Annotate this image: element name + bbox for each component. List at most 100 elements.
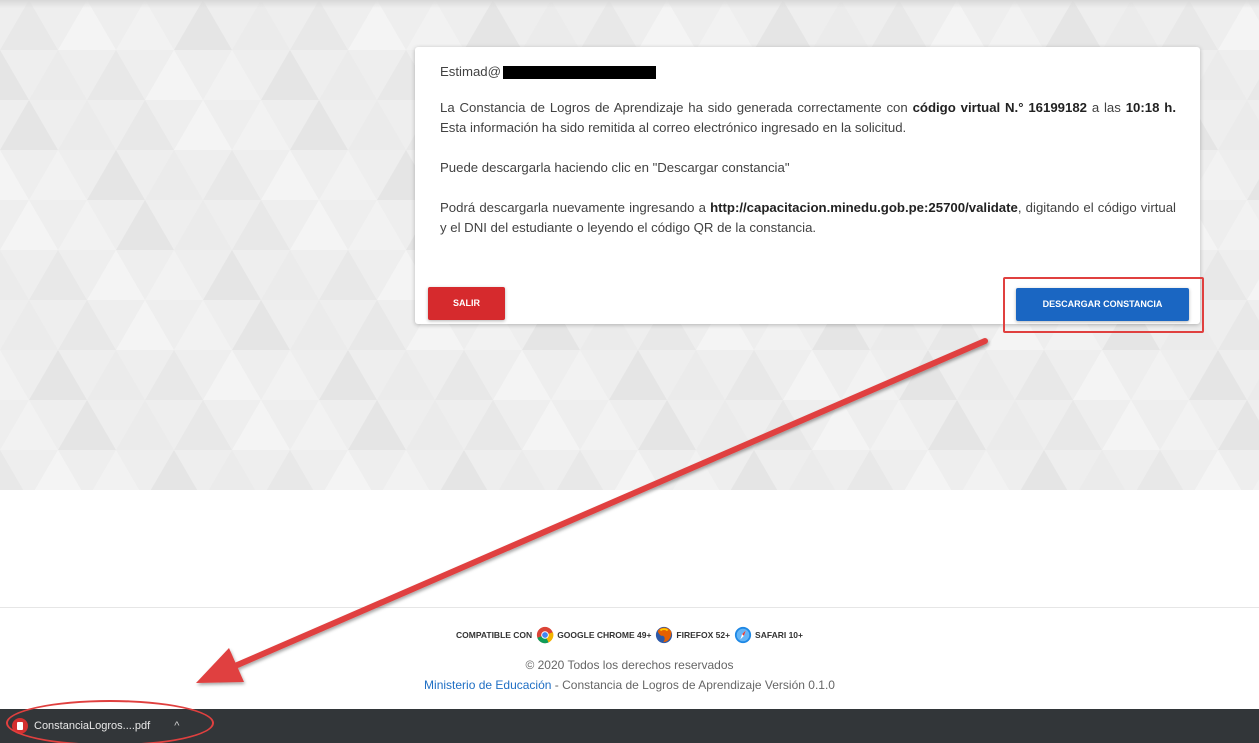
pattern-triangle <box>1020 450 1068 490</box>
pattern-triangle <box>672 450 720 490</box>
exit-button[interactable]: SALIR <box>428 287 505 320</box>
greeting: Estimad@ <box>440 62 1176 82</box>
pattern-triangle <box>174 400 232 450</box>
pattern-triangle <box>319 350 377 400</box>
pattern-triangle <box>440 450 488 490</box>
message-text-1: La Constancia de Logros de Aprendizaje h… <box>440 100 913 115</box>
pattern-triangle <box>0 250 29 300</box>
pattern-triangle <box>1044 400 1102 450</box>
pattern-triangle <box>986 400 1044 450</box>
pattern-triangle <box>493 350 551 400</box>
pattern-triangle <box>0 100 58 150</box>
browser-chrome: GOOGLE CHROME 49+ <box>536 626 651 644</box>
pattern-triangle <box>406 400 464 450</box>
pattern-triangle <box>0 400 58 450</box>
top-shadow <box>0 0 1259 8</box>
pattern-triangle <box>174 300 232 350</box>
pattern-triangle <box>0 450 24 490</box>
pattern-triangle <box>232 200 290 250</box>
browser-chrome-label: GOOGLE CHROME 49+ <box>557 630 652 640</box>
pattern-triangle <box>1247 379 1259 400</box>
pattern-triangle <box>203 250 261 300</box>
pattern-triangle <box>145 350 203 400</box>
pattern-triangle <box>87 350 145 400</box>
pattern-triangle <box>58 400 116 450</box>
pattern-triangle <box>1252 479 1259 490</box>
pattern-triangle <box>116 400 174 450</box>
pattern-triangle <box>730 450 778 490</box>
pattern-triangle <box>58 100 116 150</box>
pattern-triangle <box>145 150 203 200</box>
pattern-triangle <box>899 350 957 400</box>
ministry-link[interactable]: Ministerio de Educación <box>424 678 551 692</box>
pattern-triangle <box>29 150 87 200</box>
pattern-triangle <box>1247 279 1259 300</box>
pattern-triangle <box>1078 450 1126 490</box>
pattern-triangle <box>498 450 546 490</box>
pattern-triangle <box>319 250 377 300</box>
pattern-triangle <box>1131 350 1189 400</box>
pattern-triangle <box>261 50 319 100</box>
pattern-triangle <box>1136 450 1184 490</box>
pattern-triangle <box>0 300 58 350</box>
pattern-triangle <box>232 400 290 450</box>
pattern-triangle <box>1247 179 1259 200</box>
pattern-triangle <box>87 50 145 100</box>
download-item-highlight <box>6 700 214 743</box>
pattern-triangle <box>261 350 319 400</box>
pattern-triangle <box>0 350 29 400</box>
browser-safari: SAFARI 10+ <box>734 626 803 644</box>
pattern-triangle <box>150 450 198 490</box>
message-text-3: Esta información ha sido remitida al cor… <box>440 120 907 135</box>
pattern-triangle <box>29 350 87 400</box>
pattern-triangle <box>324 450 372 490</box>
pattern-triangle <box>957 350 1015 400</box>
pattern-triangle <box>58 300 116 350</box>
pattern-triangle <box>0 200 58 250</box>
pattern-triangle <box>464 400 522 450</box>
pattern-triangle <box>928 400 986 450</box>
pattern-triangle <box>1073 350 1131 400</box>
pattern-triangle <box>116 200 174 250</box>
pattern-triangle <box>1218 200 1259 250</box>
pattern-triangle <box>638 400 696 450</box>
pattern-triangle <box>208 450 256 490</box>
pattern-triangle <box>145 50 203 100</box>
pattern-triangle <box>841 350 899 400</box>
pattern-triangle <box>1189 350 1247 400</box>
pattern-triangle <box>0 150 29 200</box>
pattern-triangle <box>580 400 638 450</box>
pattern-triangle <box>261 150 319 200</box>
pattern-triangle <box>87 150 145 200</box>
pattern-triangle <box>377 350 435 400</box>
pattern-triangle <box>348 200 406 250</box>
pattern-triangle <box>319 50 377 100</box>
compatible-label: COMPATIBLE CON <box>456 630 533 640</box>
pattern-triangle <box>232 300 290 350</box>
pattern-triangle <box>319 150 377 200</box>
pattern-triangle <box>290 100 348 150</box>
pattern-triangle <box>203 350 261 400</box>
generation-time: 10:18 h. <box>1125 100 1176 115</box>
download-button-highlight <box>1003 277 1204 333</box>
download-hint: Puede descargarla haciendo clic en "Desc… <box>440 160 790 175</box>
virtual-code: código virtual N.° 16199182 <box>912 100 1087 115</box>
safari-icon <box>734 626 752 644</box>
pattern-triangle <box>92 450 140 490</box>
pattern-triangle <box>290 400 348 450</box>
redacted-name <box>503 65 657 79</box>
pattern-triangle <box>614 450 662 490</box>
pattern-triangle <box>812 400 870 450</box>
pattern-triangle <box>904 450 952 490</box>
pattern-triangle <box>203 50 261 100</box>
validate-url[interactable]: http://capacitacion.minedu.gob.pe:25700/… <box>710 200 1018 215</box>
message-text-2: a las <box>1087 100 1126 115</box>
copyright: © 2020 Todos los derechos reservados <box>525 658 734 672</box>
browser-firefox: FIREFOX 52+ <box>655 626 730 644</box>
pattern-triangle <box>34 450 82 490</box>
pattern-triangle <box>1160 400 1218 450</box>
pattern-triangle <box>609 350 667 400</box>
pattern-triangle <box>116 300 174 350</box>
pattern-triangle <box>1194 450 1242 490</box>
pattern-triangle <box>290 300 348 350</box>
